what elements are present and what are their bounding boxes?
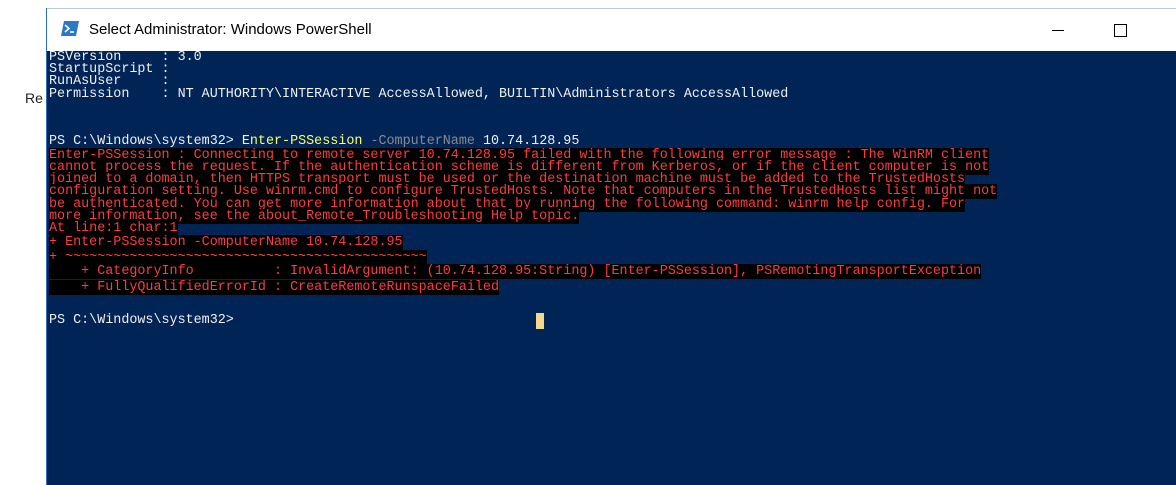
background-partial-label: Re (25, 90, 43, 106)
text-cursor (535, 312, 544, 329)
command-parameter: -ComputerName (362, 133, 475, 149)
close-button[interactable]: ✕ (1159, 9, 1176, 51)
background-desktop (0, 0, 16, 485)
powershell-icon (61, 21, 79, 36)
final-prompt: PS C:\Windows\system32> (49, 312, 234, 328)
error-line: + FullyQualifiedErrorId : CreateRemoteRu… (49, 280, 499, 296)
powershell-window: Select Administrator: Windows PowerShell… (46, 8, 1176, 485)
console-line-permission: Permission : NT AUTHORITY\INTERACTIVE Ac… (49, 86, 789, 102)
window-title: Select Administrator: Windows PowerShell (89, 21, 372, 38)
minimize-button[interactable] (1035, 9, 1081, 51)
command-prompt: PS C:\Windows\system32> (49, 133, 242, 149)
error-line: + CategoryInfo : InvalidArgument: (10.74… (49, 263, 982, 279)
title-bar[interactable]: Select Administrator: Windows PowerShell… (47, 8, 1176, 51)
maximize-icon (1113, 23, 1127, 37)
maximize-button[interactable] (1097, 9, 1143, 51)
command-cmdlet: Enter-PSSession (241, 133, 363, 149)
console-output[interactable]: PSVersion : 3.0 StartupScript : RunAsUse… (49, 50, 1176, 329)
console-line-startupscript: StartupScript : (49, 62, 170, 78)
command-value: 10.74.128.95 (474, 133, 580, 149)
error-line: At line:1 char:1 (49, 221, 178, 237)
error-line: + ~~~~~~~~~~~~~~~~~~~~~~~~~~~~~~~~~~~~~~… (49, 249, 427, 265)
console-line-psversion: PSVersion : 3.0 (49, 50, 202, 65)
error-line: + Enter-PSSession -ComputerName 10.74.12… (49, 235, 403, 251)
minimize-icon (1052, 29, 1064, 31)
final-prompt-line: PS C:\Windows\system32> (49, 312, 1176, 329)
